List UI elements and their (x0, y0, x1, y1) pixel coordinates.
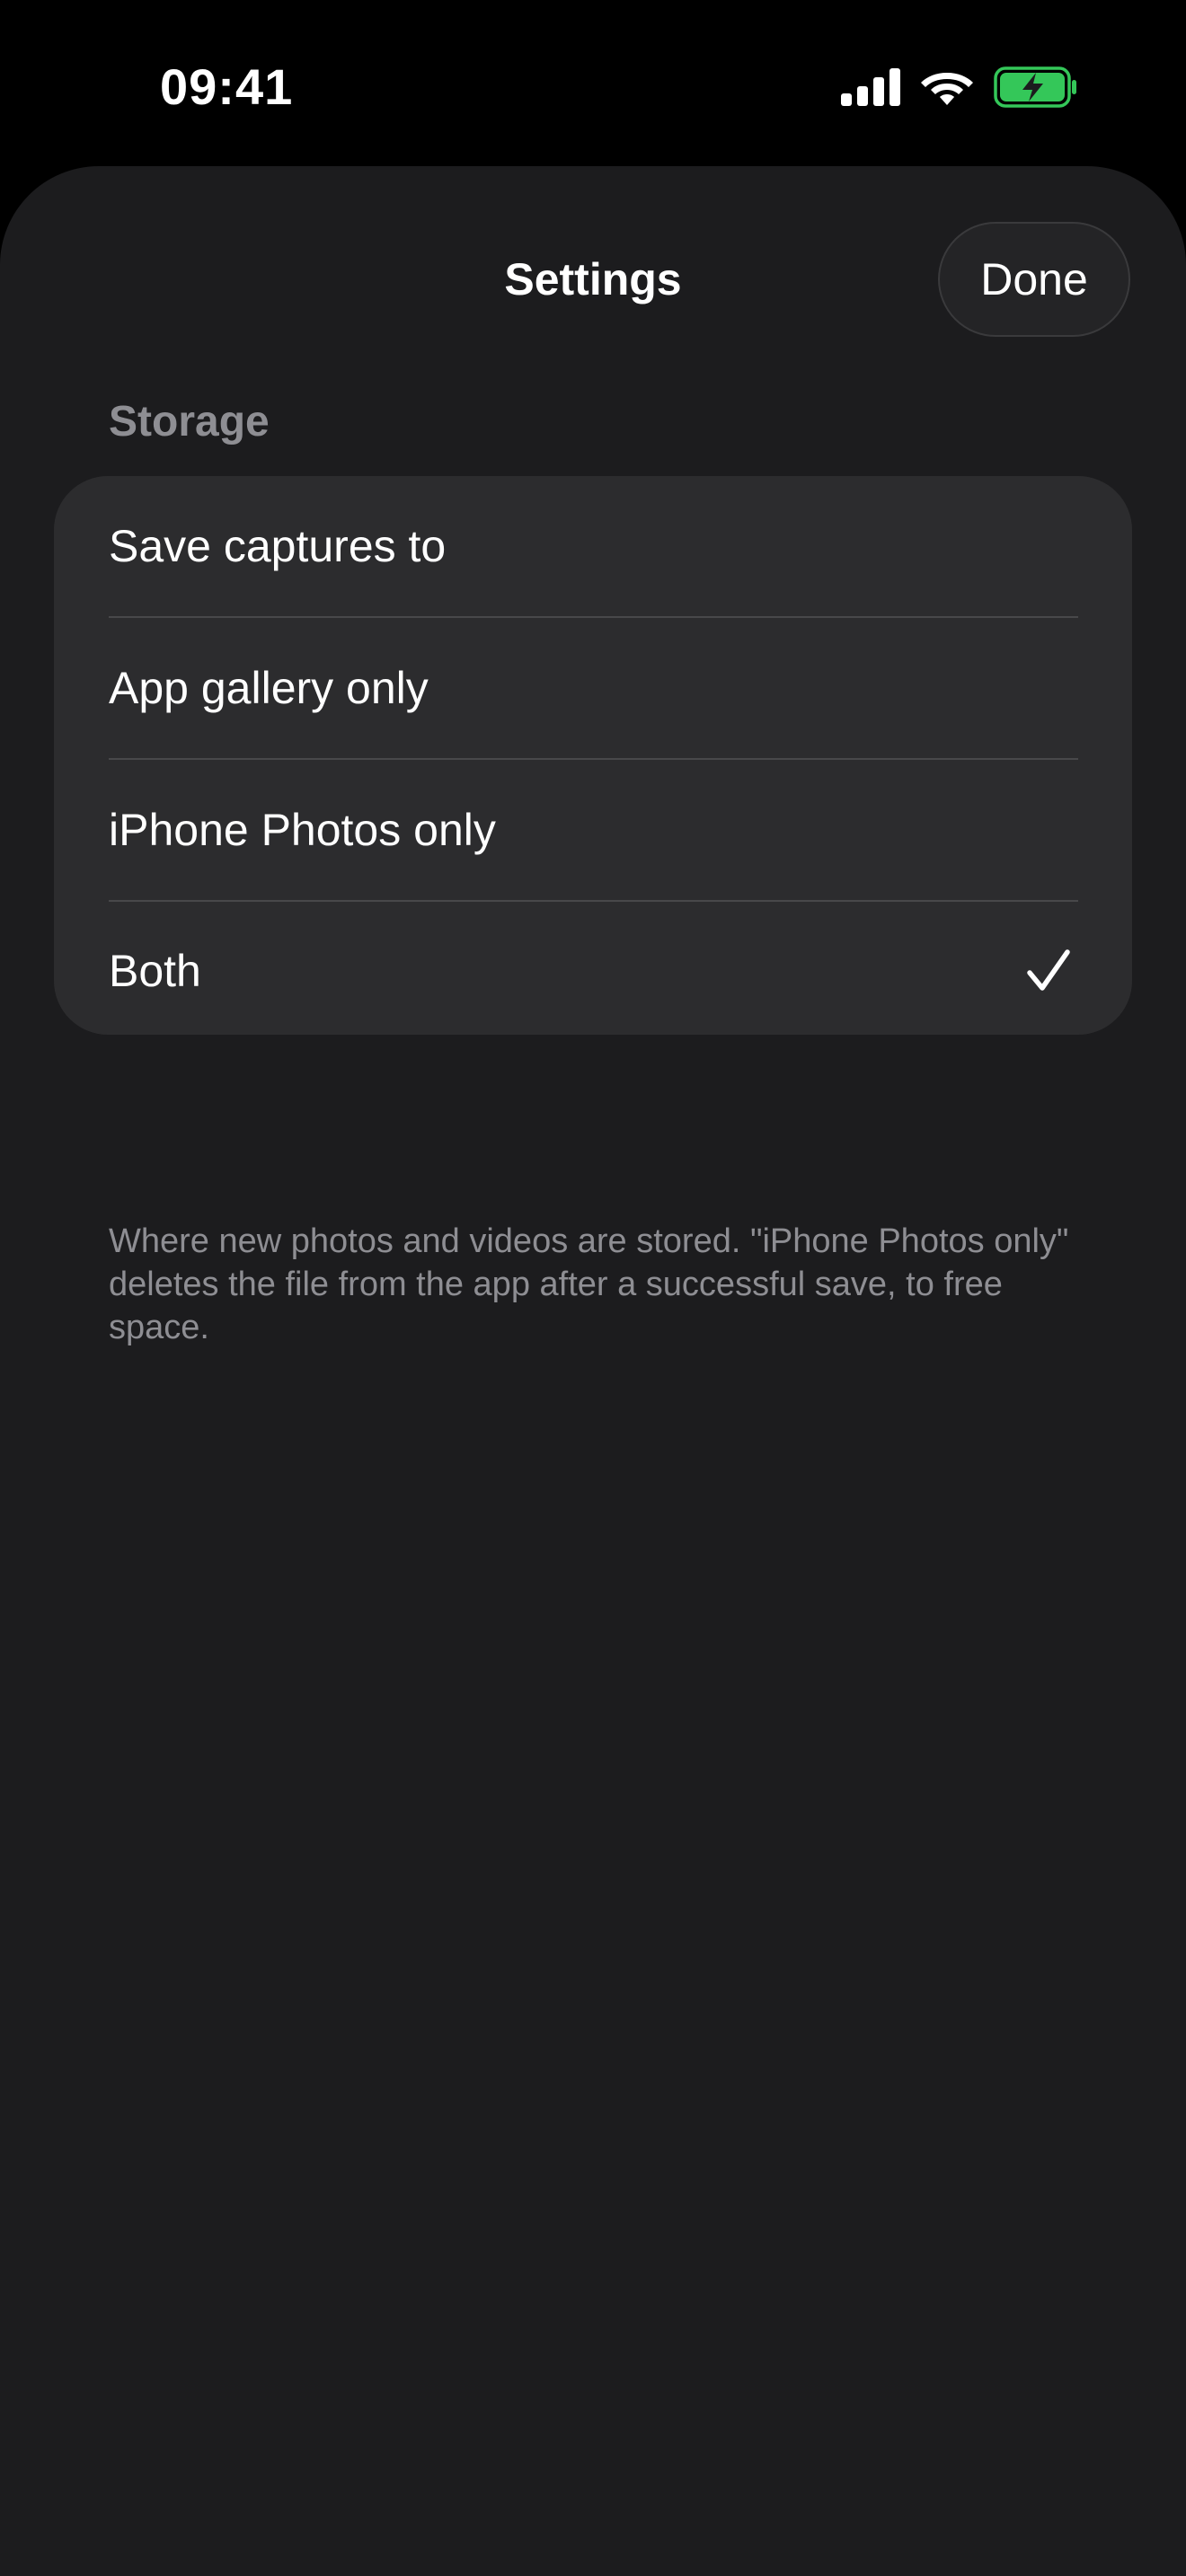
screen: 09:41 Settings Done Storage Save capture… (0, 0, 1186, 2576)
option-iphone-photos-only[interactable]: iPhone Photos only (54, 760, 1132, 900)
battery-charging-icon (994, 66, 1076, 108)
storage-footer-note: Where new photos and videos are stored. … (109, 1222, 1069, 1346)
wifi-icon (921, 73, 973, 105)
option-label: iPhone Photos only (109, 805, 496, 855)
option-label: Both (109, 946, 201, 996)
save-captures-group: Save captures to App gallery only iPhone… (54, 476, 1132, 1035)
option-app-gallery-only[interactable]: App gallery only (54, 618, 1132, 758)
save-captures-label: Save captures to (109, 521, 447, 571)
done-button[interactable]: Done (938, 222, 1130, 337)
status-time: 09:41 (160, 58, 294, 115)
section-header-storage: Storage (109, 398, 270, 446)
save-captures-row: Save captures to (54, 476, 1132, 616)
settings-sheet: Settings Done Storage Save captures to A… (0, 166, 1186, 2576)
status-bar: 09:41 (0, 0, 1186, 166)
option-label: App gallery only (109, 663, 429, 713)
cellular-signal-icon (841, 68, 900, 106)
checkmark-icon (1027, 949, 1070, 991)
status-icons (841, 65, 1078, 110)
sheet-header: Settings Done (0, 166, 1186, 346)
option-both[interactable]: Both (54, 902, 1132, 1035)
